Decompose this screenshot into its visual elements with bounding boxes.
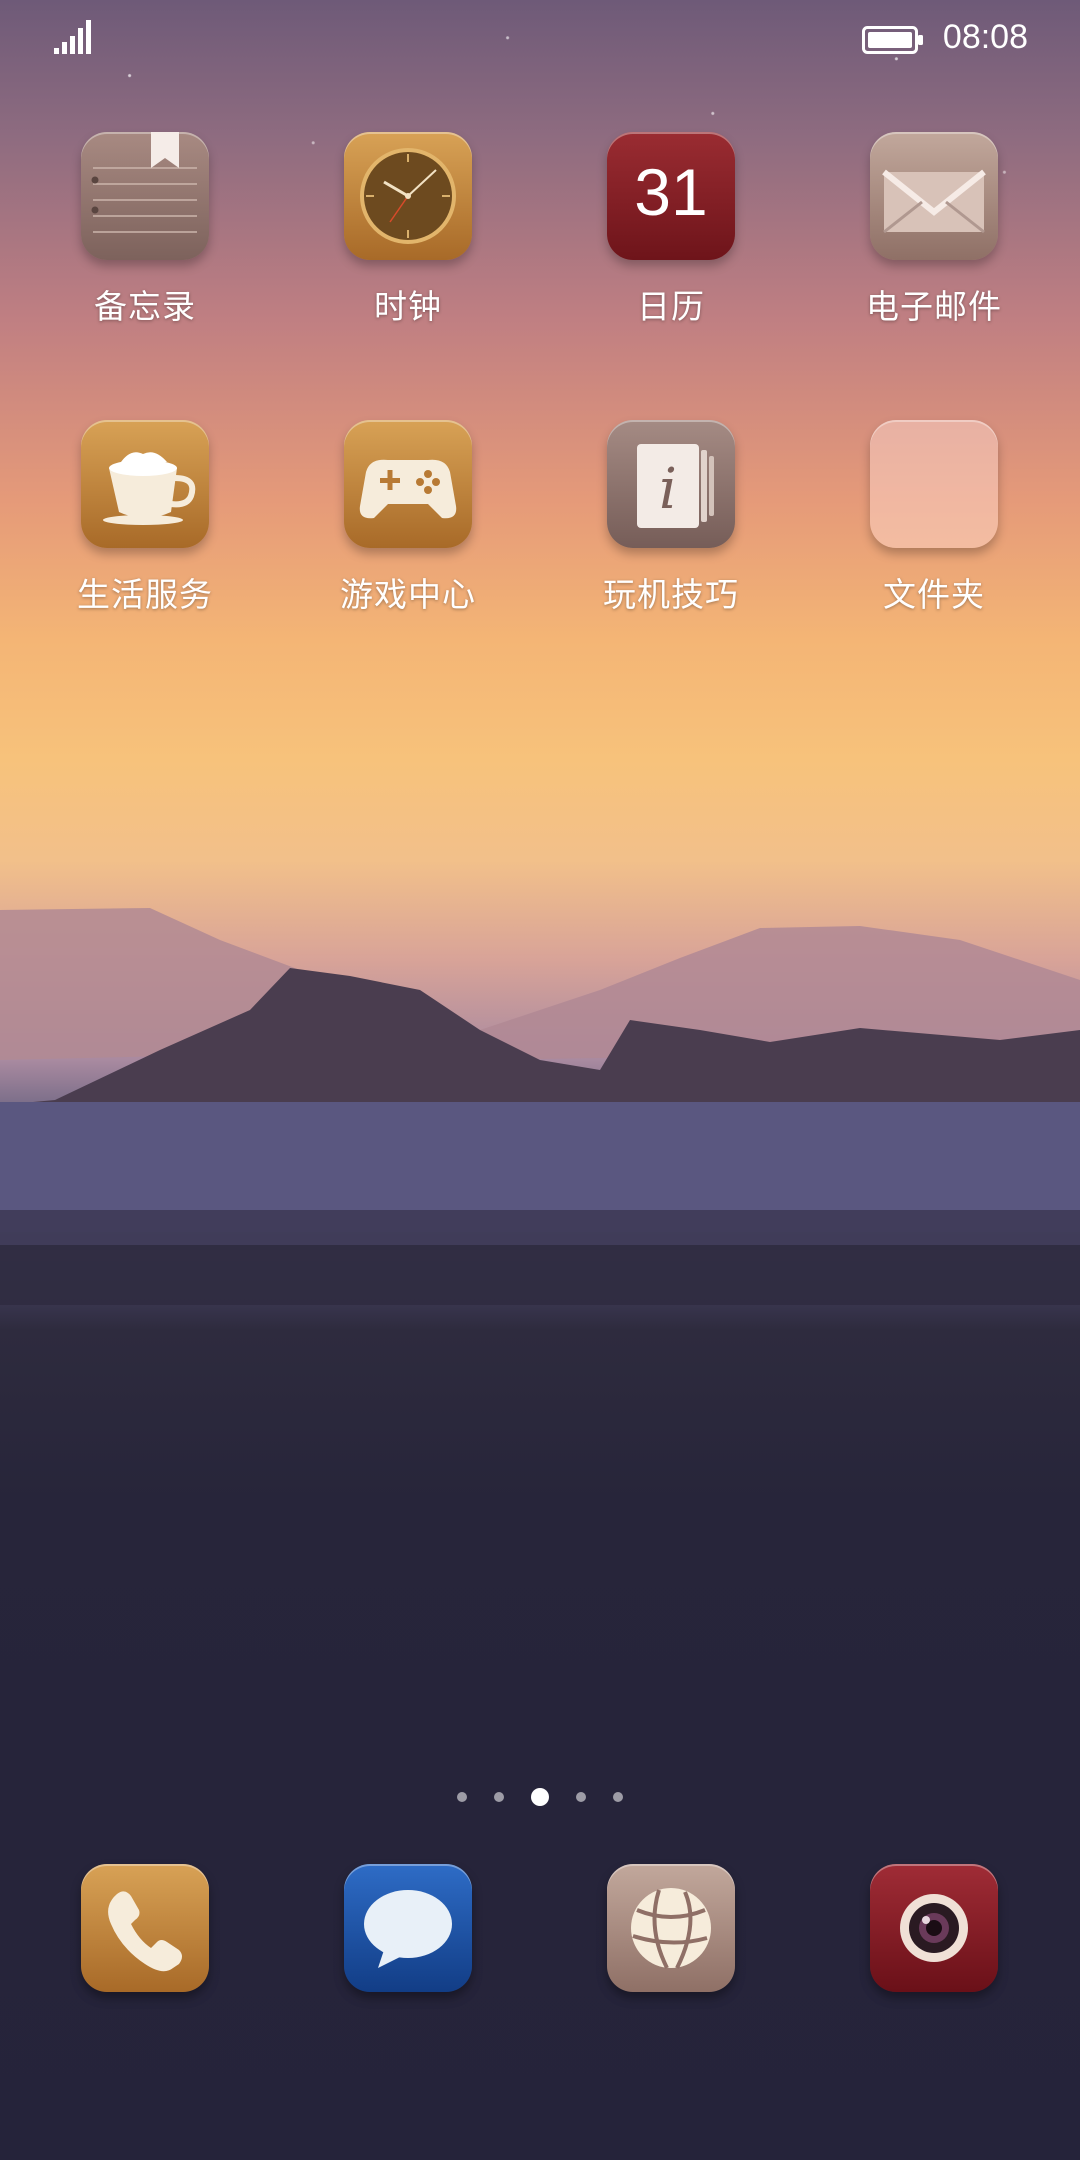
status-bar: 08:08 xyxy=(0,0,1080,80)
envelope-icon xyxy=(870,132,998,260)
page-dot[interactable] xyxy=(456,1791,467,1802)
dock-messages[interactable] xyxy=(344,1864,472,1992)
page-dot[interactable] xyxy=(613,1791,624,1802)
app-life-services[interactable]: 生活服务 xyxy=(45,420,245,630)
dock-browser[interactable] xyxy=(607,1864,735,1992)
folder-icon xyxy=(870,420,998,548)
home-screen: 08:08 备忘录 时钟 31 日历 电子邮件 生活服务 游戏中心 i 玩机技巧… xyxy=(0,0,1080,2160)
app-label: 日历 xyxy=(637,287,705,326)
info-book-icon: i xyxy=(607,420,735,548)
app-clock[interactable]: 时钟 xyxy=(308,132,508,342)
app-game-center[interactable]: 游戏中心 xyxy=(308,420,508,630)
page-dot[interactable] xyxy=(493,1791,504,1802)
svg-text:i: i xyxy=(659,457,677,522)
app-email[interactable]: 电子邮件 xyxy=(834,132,1034,342)
signal-bars-icon xyxy=(54,20,91,54)
globe-icon xyxy=(607,1864,735,1992)
gamepad-icon xyxy=(344,420,472,548)
app-label: 玩机技巧 xyxy=(603,575,739,614)
calendar-icon: 31 xyxy=(607,132,735,260)
app-label: 文件夹 xyxy=(883,575,985,614)
clock-icon xyxy=(344,132,472,260)
app-calendar[interactable]: 31 日历 xyxy=(571,132,771,342)
app-label: 游戏中心 xyxy=(340,575,476,614)
camera-lens-icon xyxy=(870,1864,998,1992)
phone-handset-icon xyxy=(81,1864,209,1992)
memo-notepad-icon xyxy=(81,132,209,260)
app-label: 时钟 xyxy=(374,287,442,326)
page-dot[interactable] xyxy=(576,1791,587,1802)
app-memo[interactable]: 备忘录 xyxy=(45,132,245,342)
dock-camera[interactable] xyxy=(870,1864,998,1992)
speech-bubble-icon xyxy=(344,1864,472,1992)
battery-full-icon xyxy=(862,26,923,54)
calendar-date: 31 xyxy=(634,155,708,229)
app-label: 备忘录 xyxy=(94,287,196,326)
page-indicator[interactable] xyxy=(0,1786,1080,1810)
dock-phone[interactable] xyxy=(81,1864,209,1992)
page-dot-active[interactable] xyxy=(531,1787,549,1806)
coffee-cup-icon xyxy=(81,420,209,548)
app-label: 生活服务 xyxy=(77,575,213,614)
app-label: 电子邮件 xyxy=(866,287,1002,326)
wallpaper-landscape xyxy=(0,908,1080,1305)
app-folder[interactable]: 文件夹 xyxy=(834,420,1034,630)
app-tips[interactable]: i 玩机技巧 xyxy=(571,420,771,630)
status-time: 08:08 xyxy=(942,18,1028,56)
